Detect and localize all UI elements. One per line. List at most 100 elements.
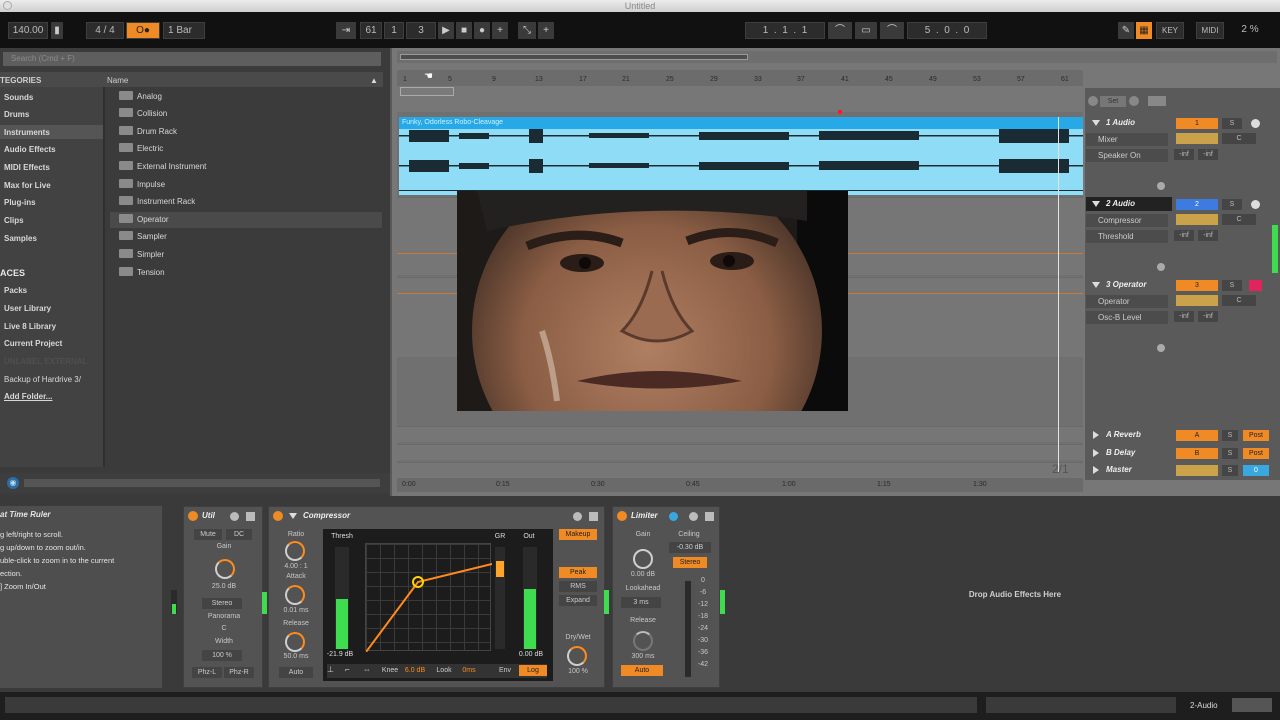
- track-activator[interactable]: 1: [1176, 118, 1218, 129]
- channel-mode-dropdown[interactable]: Stereo: [202, 598, 242, 609]
- loop-brace[interactable]: [400, 87, 454, 96]
- expand-mode-button[interactable]: Expand: [559, 595, 597, 606]
- preview-icon[interactable]: ◉: [7, 477, 19, 489]
- envelope-mode-button[interactable]: Log: [519, 665, 547, 676]
- release-knob[interactable]: [633, 631, 653, 651]
- hot-swap-icon[interactable]: [230, 512, 239, 521]
- category-midi-effects[interactable]: MIDI Effects: [4, 163, 50, 172]
- overdub-icon[interactable]: +: [492, 22, 508, 39]
- place-current-project[interactable]: Current Project: [4, 339, 62, 348]
- ratio-knob[interactable]: [285, 541, 305, 561]
- save-preset-icon[interactable]: [705, 512, 714, 521]
- mute-button[interactable]: Mute: [194, 529, 222, 540]
- follow-icon[interactable]: ⇥: [336, 22, 356, 39]
- midi-map-button[interactable]: MIDI: [1196, 22, 1224, 39]
- device-on-icon[interactable]: [188, 511, 198, 521]
- transfer-curve-graph[interactable]: [365, 543, 493, 653]
- device-title[interactable]: Util: [202, 509, 215, 523]
- window-close-button[interactable]: [3, 1, 12, 10]
- play-icon[interactable]: ▶: [438, 22, 454, 39]
- value-field[interactable]: -inf: [1174, 149, 1194, 160]
- attack-knob[interactable]: [285, 585, 305, 605]
- return-activator[interactable]: B: [1176, 448, 1218, 459]
- save-preset-icon[interactable]: [246, 512, 255, 521]
- punch-out-icon[interactable]: ⌒: [880, 22, 904, 39]
- param-chooser[interactable]: Threshold: [1086, 230, 1168, 243]
- value-field[interactable]: -inf: [1174, 311, 1194, 322]
- master-volume[interactable]: [1176, 465, 1218, 476]
- curve-icon[interactable]: ⌐: [345, 665, 350, 674]
- attack-value[interactable]: 0.01 ms: [275, 607, 317, 614]
- position-bar[interactable]: 61: [360, 22, 382, 39]
- lookahead-dropdown[interactable]: 3 ms: [621, 597, 661, 608]
- set-button[interactable]: Set: [1100, 96, 1126, 107]
- instrument-operator[interactable]: Operator: [110, 212, 382, 228]
- makeup-button[interactable]: Makeup: [559, 529, 597, 540]
- place-unlabel-external[interactable]: UNLABEL EXTERNAL: [4, 357, 87, 366]
- ceiling-value[interactable]: -0.30 dB: [669, 542, 711, 553]
- set-icon[interactable]: [1088, 96, 1098, 106]
- position-sixteenth[interactable]: 3: [406, 22, 436, 39]
- category-instruments[interactable]: Instruments: [4, 128, 50, 137]
- sidechain-icon[interactable]: ⊥: [327, 665, 334, 674]
- return-b-header[interactable]: B Delay: [1086, 446, 1172, 460]
- pan-knob[interactable]: C: [1222, 295, 1256, 306]
- hot-swap-icon[interactable]: [573, 512, 582, 521]
- track-3-header[interactable]: 3 Operator: [1086, 278, 1172, 292]
- master-header[interactable]: Master: [1086, 463, 1172, 477]
- category-clips[interactable]: Clips: [4, 216, 24, 225]
- stereo-button[interactable]: Stereo: [673, 557, 707, 568]
- phase-right-button[interactable]: Phz-R: [224, 667, 254, 678]
- category-drums[interactable]: Drums: [4, 110, 29, 119]
- tap-icon[interactable]: ▮: [51, 22, 63, 39]
- return-activator[interactable]: A: [1176, 430, 1218, 441]
- device-title[interactable]: Limiter: [631, 509, 658, 523]
- panorama-value[interactable]: C: [194, 625, 254, 632]
- metronome-button[interactable]: O●: [126, 22, 160, 39]
- post-button[interactable]: Post: [1243, 448, 1269, 459]
- set-remove-icon[interactable]: [1148, 96, 1166, 106]
- gain-value[interactable]: 0.00 dB: [619, 571, 667, 578]
- instrument-tension[interactable]: Tension: [110, 265, 382, 281]
- solo-button[interactable]: S: [1222, 448, 1238, 459]
- auto-release-button[interactable]: Auto: [621, 665, 663, 676]
- volume-slider[interactable]: [1176, 214, 1218, 225]
- instrument-external[interactable]: External Instrument: [110, 159, 382, 175]
- device-chooser[interactable]: Operator: [1086, 295, 1168, 308]
- add-folder-link[interactable]: Add Folder...: [4, 392, 52, 401]
- return-a-header[interactable]: A Reverb: [1086, 428, 1172, 442]
- loop-length-field[interactable]: 5 . 0 . 0: [907, 22, 987, 39]
- place-packs[interactable]: Packs: [4, 286, 27, 295]
- category-samples[interactable]: Samples: [4, 234, 37, 243]
- track-1-header[interactable]: 1 Audio: [1086, 116, 1172, 130]
- device-on-icon[interactable]: [617, 511, 627, 521]
- solo-button[interactable]: S: [1222, 199, 1242, 210]
- tempo-field[interactable]: 140.00: [8, 22, 48, 39]
- rms-mode-button[interactable]: RMS: [559, 581, 597, 592]
- position-beat[interactable]: 1: [384, 22, 404, 39]
- instrument-rack[interactable]: Instrument Rack: [110, 194, 382, 210]
- hot-swap-icon[interactable]: [689, 512, 698, 521]
- sort-up-icon[interactable]: ▲: [370, 76, 378, 85]
- knee-value[interactable]: 6.0 dB: [401, 667, 429, 674]
- automation-icon[interactable]: ⤡: [518, 22, 536, 39]
- track-activator[interactable]: 2: [1176, 199, 1218, 210]
- expand-icon[interactable]: [1093, 431, 1099, 439]
- solo-button[interactable]: S: [1222, 118, 1242, 129]
- record-icon[interactable]: ●: [474, 22, 490, 39]
- set-next-icon[interactable]: [1129, 96, 1139, 106]
- threshold-value[interactable]: -21.9 dB: [323, 651, 357, 658]
- auto-release-button[interactable]: Auto: [279, 667, 313, 678]
- loop-start-field[interactable]: 1 . 1 . 1: [745, 22, 825, 39]
- solo-button[interactable]: S: [1222, 465, 1238, 476]
- release-value[interactable]: 50.0 ms: [275, 653, 317, 660]
- quantize-dropdown[interactable]: 1 Bar: [163, 22, 205, 39]
- punch-in-icon[interactable]: ⌒: [828, 22, 852, 39]
- expand-icon[interactable]: [1093, 449, 1099, 457]
- instrument-sampler[interactable]: Sampler: [110, 229, 382, 245]
- dc-button[interactable]: DC: [226, 529, 252, 540]
- device-on-icon[interactable]: [273, 511, 283, 521]
- collapse-icon[interactable]: ⇔: [363, 665, 371, 674]
- stop-icon[interactable]: ■: [456, 22, 472, 39]
- track-activator[interactable]: 3: [1176, 280, 1218, 291]
